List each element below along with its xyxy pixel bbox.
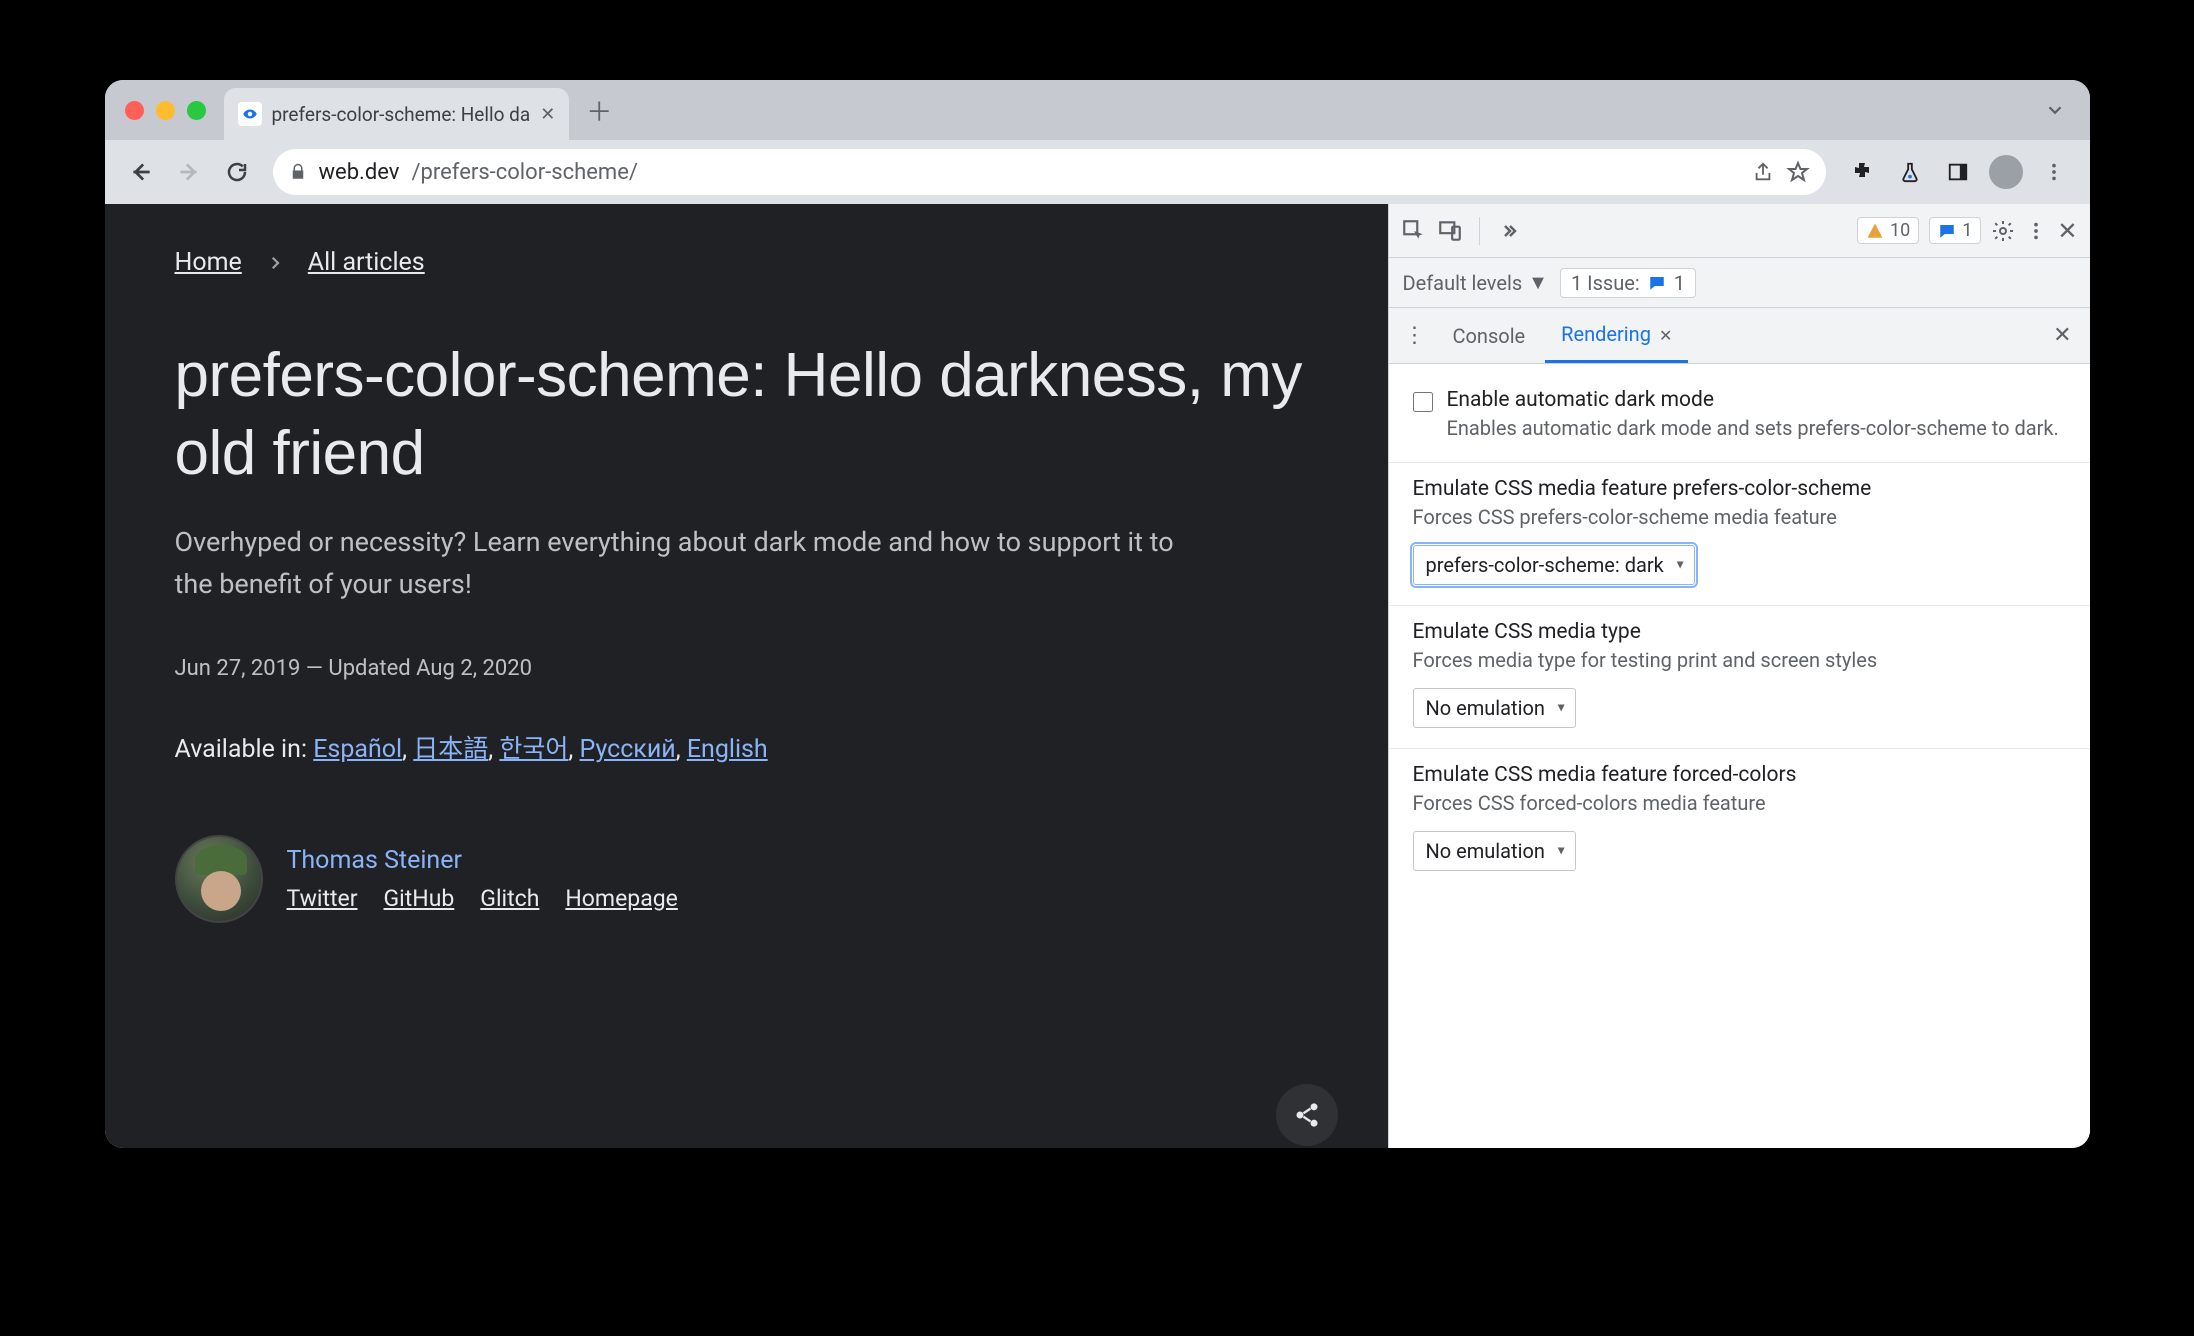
checkbox-input[interactable] bbox=[1413, 392, 1433, 412]
section-desc: Forces CSS prefers-color-scheme media fe… bbox=[1413, 503, 2066, 531]
browser-toolbar: web.dev/prefers-color-scheme/ bbox=[105, 140, 2090, 204]
issue-label: 1 Issue: bbox=[1571, 271, 1640, 295]
new-tab-button[interactable]: ＋ bbox=[579, 90, 619, 130]
devtools-menu-icon[interactable] bbox=[2025, 220, 2047, 242]
back-button[interactable] bbox=[119, 150, 163, 194]
warnings-badge[interactable]: 10 bbox=[1857, 217, 1919, 244]
lang-link[interactable]: English bbox=[687, 735, 768, 764]
page-title: prefers-color-scheme: Hello darkness, my… bbox=[175, 337, 1318, 492]
browser-menu-icon[interactable] bbox=[2032, 150, 2076, 194]
labs-icon[interactable] bbox=[1888, 150, 1932, 194]
close-tab-icon[interactable]: ✕ bbox=[540, 104, 555, 125]
media-type-select[interactable]: No emulation bbox=[1413, 688, 1576, 728]
author-links: Twitter GitHub Glitch Homepage bbox=[287, 885, 678, 912]
content-area: Home All articles prefers-color-scheme: … bbox=[105, 204, 2090, 1148]
share-icon[interactable] bbox=[1752, 161, 1774, 183]
author-name[interactable]: Thomas Steiner bbox=[287, 846, 462, 875]
tab-console[interactable]: Console bbox=[1437, 310, 1542, 362]
warn-count: 10 bbox=[1890, 220, 1910, 241]
section-title: Emulate CSS media type bbox=[1413, 620, 2066, 644]
section-prefers-color-scheme: Emulate CSS media feature prefers-color-… bbox=[1389, 462, 2090, 605]
drawer-more-icon[interactable]: ⋮ bbox=[1397, 323, 1433, 348]
section-auto-dark-mode: Enable automatic dark mode Enables autom… bbox=[1389, 374, 2090, 462]
select-value: No emulation bbox=[1426, 839, 1545, 863]
select-value: prefers-color-scheme: dark bbox=[1426, 553, 1664, 577]
breadcrumb: Home All articles bbox=[175, 248, 1318, 277]
available-in: Available in: Español, 日本語, 한국어, Русский… bbox=[175, 729, 1318, 765]
url-path: /prefers-color-scheme/ bbox=[411, 160, 637, 185]
breadcrumb-home[interactable]: Home bbox=[175, 248, 242, 277]
author-row: Thomas Steiner Twitter GitHub Glitch Hom… bbox=[175, 835, 1318, 923]
issue-count: 1 bbox=[1674, 271, 1685, 295]
section-media-type: Emulate CSS media type Forces media type… bbox=[1389, 605, 2090, 748]
forced-colors-select[interactable]: No emulation bbox=[1413, 831, 1576, 871]
lang-link[interactable]: 日本語 bbox=[413, 735, 488, 764]
section-desc: Forces media type for testing print and … bbox=[1413, 646, 2066, 674]
breadcrumb-all-articles[interactable]: All articles bbox=[308, 248, 425, 277]
close-devtools-icon[interactable]: ✕ bbox=[2057, 217, 2077, 245]
section-desc: Forces CSS forced-colors media feature bbox=[1413, 789, 2066, 817]
section-forced-colors: Emulate CSS media feature forced-colors … bbox=[1389, 748, 2090, 891]
extensions-icon[interactable] bbox=[1840, 150, 1884, 194]
lang-link[interactable]: 한국어 bbox=[499, 735, 568, 764]
devtools-panel: 10 1 ✕ Default levels ▼ bbox=[1388, 204, 2090, 1148]
console-filter-row: Default levels ▼ 1 Issue: 1 bbox=[1389, 258, 2090, 308]
author-info: Thomas Steiner Twitter GitHub Glitch Hom… bbox=[287, 846, 678, 912]
profile-avatar[interactable] bbox=[1984, 150, 2028, 194]
rendering-panel: Enable automatic dark mode Enables autom… bbox=[1389, 364, 2090, 1148]
page-subtitle: Overhyped or necessity? Learn everything… bbox=[175, 522, 1195, 606]
window-controls bbox=[125, 101, 206, 120]
lang-link[interactable]: Español bbox=[313, 735, 402, 764]
browser-window: prefers-color-scheme: Hello da ✕ ＋ web.d… bbox=[105, 80, 2090, 1148]
share-fab[interactable] bbox=[1276, 1084, 1338, 1146]
section-title: Enable automatic dark mode bbox=[1447, 388, 2059, 412]
settings-icon[interactable] bbox=[1991, 219, 2015, 243]
lock-icon bbox=[289, 163, 307, 181]
available-in-label: Available in: bbox=[175, 735, 308, 764]
author-link-twitter[interactable]: Twitter bbox=[287, 885, 358, 912]
info-count: 1 bbox=[1962, 220, 1972, 241]
section-desc: Enables automatic dark mode and sets pre… bbox=[1447, 414, 2059, 442]
tab-strip: prefers-color-scheme: Hello da ✕ ＋ bbox=[105, 80, 2090, 140]
prefers-color-scheme-select[interactable]: prefers-color-scheme: dark bbox=[1413, 545, 1695, 585]
browser-tab[interactable]: prefers-color-scheme: Hello da ✕ bbox=[224, 88, 570, 140]
lang-link[interactable]: Русский bbox=[580, 735, 676, 764]
reload-button[interactable] bbox=[215, 150, 259, 194]
device-toolbar-icon[interactable] bbox=[1437, 218, 1463, 244]
auto-dark-mode-checkbox[interactable]: Enable automatic dark mode Enables autom… bbox=[1413, 388, 2066, 442]
tabs-overflow-icon[interactable] bbox=[2044, 99, 2066, 121]
page-dates: Jun 27, 2019 — Updated Aug 2, 2020 bbox=[175, 656, 1318, 681]
maximize-window-button[interactable] bbox=[187, 101, 206, 120]
close-window-button[interactable] bbox=[125, 101, 144, 120]
article-page: Home All articles prefers-color-scheme: … bbox=[105, 204, 1388, 1148]
tab-rendering[interactable]: Rendering✕ bbox=[1545, 308, 1688, 363]
author-avatar[interactable] bbox=[175, 835, 263, 923]
close-drawer-icon[interactable]: ✕ bbox=[2043, 323, 2081, 348]
levels-label: Default levels bbox=[1403, 271, 1523, 295]
dropdown-icon: ▼ bbox=[1528, 270, 1548, 295]
side-panel-icon[interactable] bbox=[1936, 150, 1980, 194]
chevron-right-icon bbox=[266, 254, 284, 272]
tab-favicon bbox=[238, 102, 262, 126]
bookmark-icon[interactable] bbox=[1786, 160, 1810, 184]
author-link-github[interactable]: GitHub bbox=[384, 885, 455, 912]
section-title: Emulate CSS media feature forced-colors bbox=[1413, 763, 2066, 787]
address-bar[interactable]: web.dev/prefers-color-scheme/ bbox=[273, 149, 1826, 195]
log-levels-select[interactable]: Default levels ▼ bbox=[1403, 270, 1548, 295]
messages-badge[interactable]: 1 bbox=[1929, 217, 1981, 244]
url-host: web.dev bbox=[319, 160, 400, 185]
drawer-tabs: ⋮ Console Rendering✕ ✕ bbox=[1389, 308, 2090, 364]
close-tab-icon[interactable]: ✕ bbox=[1659, 326, 1672, 345]
tab-title: prefers-color-scheme: Hello da bbox=[272, 103, 531, 126]
author-link-homepage[interactable]: Homepage bbox=[565, 885, 677, 912]
devtools-toolbar: 10 1 ✕ bbox=[1389, 204, 2090, 258]
section-title: Emulate CSS media feature prefers-color-… bbox=[1413, 477, 2066, 501]
author-link-glitch[interactable]: Glitch bbox=[480, 885, 539, 912]
minimize-window-button[interactable] bbox=[156, 101, 175, 120]
forward-button[interactable] bbox=[167, 150, 211, 194]
select-value: No emulation bbox=[1426, 696, 1545, 720]
inspect-element-icon[interactable] bbox=[1401, 218, 1427, 244]
more-panels-icon[interactable] bbox=[1496, 219, 1520, 243]
issues-badge[interactable]: 1 Issue: 1 bbox=[1560, 268, 1696, 298]
